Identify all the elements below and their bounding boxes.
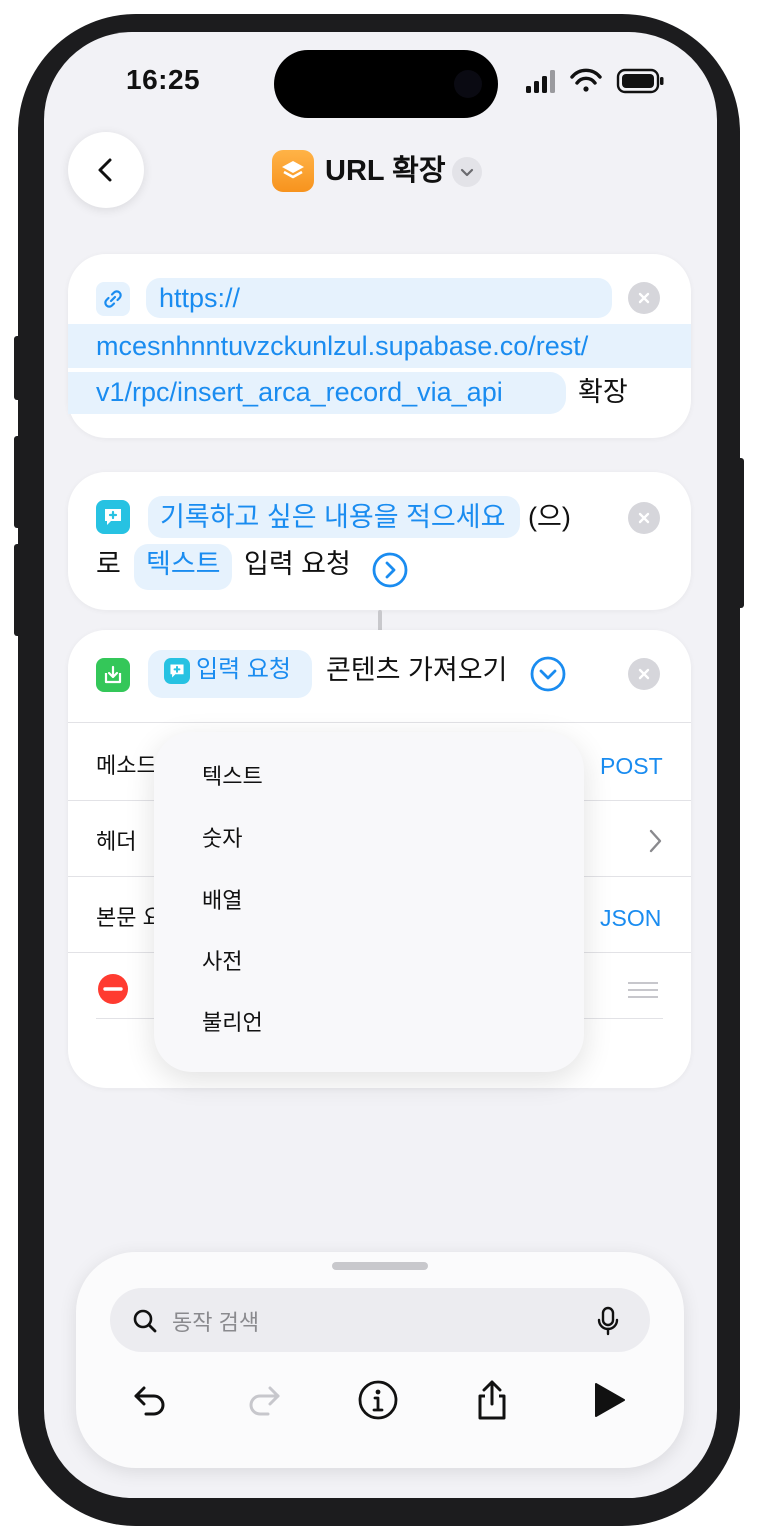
chevron-down-circle-icon[interactable] (530, 656, 566, 692)
menu-item-array[interactable]: 배열 (202, 886, 242, 916)
panel-grabber[interactable] (332, 1262, 428, 1270)
ask-action-label: 입력 요청 (244, 549, 351, 579)
divider (68, 722, 691, 723)
chevron-right-circle-icon[interactable] (372, 552, 408, 588)
info-icon (358, 1380, 398, 1420)
wifi-icon (570, 68, 602, 92)
menu-item-number[interactable]: 숫자 (202, 824, 242, 854)
undo-icon (134, 1386, 165, 1416)
body-value[interactable]: JSON (600, 900, 661, 936)
prompt-token[interactable]: 기록하고 싶은 내용을 적으세요 (160, 499, 505, 535)
input-type-menu: 텍스트 숫자 배열 사전 불리언 (154, 732, 584, 1072)
layers-icon (282, 161, 304, 179)
remove-url-action-button[interactable] (628, 282, 660, 314)
url-line-1[interactable]: https:// (159, 280, 240, 316)
remove-get-contents-button[interactable] (628, 658, 660, 690)
redo-icon (249, 1386, 280, 1416)
close-icon (638, 292, 650, 304)
close-icon (638, 668, 650, 680)
back-button[interactable] (68, 132, 144, 208)
redo-button[interactable] (238, 1374, 290, 1426)
camera-icon (454, 70, 482, 98)
headers-label: 헤더 (96, 829, 137, 854)
get-contents-label: 콘텐츠 가져오기 (326, 655, 508, 685)
shortcut-app-icon (272, 150, 314, 192)
share-button[interactable] (466, 1374, 518, 1426)
chevron-left-icon (98, 158, 112, 182)
url-action-suffix: 확장 (578, 377, 628, 407)
input-variable-token[interactable]: 입력 요청 (196, 652, 291, 688)
undo-button[interactable] (124, 1374, 176, 1426)
volume-down-button (14, 544, 22, 636)
url-line-3[interactable]: v1/rpc/insert_arca_record_via_api (96, 374, 503, 410)
screen: 16:25 URL 확장 https:// mcesnhnntuvzckunlz… (44, 32, 717, 1498)
method-value[interactable]: POST (600, 748, 663, 784)
battery-icon (616, 68, 664, 94)
link-icon (96, 282, 130, 316)
method-label: 메소드 (96, 753, 157, 778)
reorder-handle-icon[interactable] (626, 980, 660, 1000)
run-button[interactable] (582, 1374, 634, 1426)
cellular-signal-icon (526, 70, 555, 93)
ro-text: 로 (96, 549, 121, 579)
ask-input-action-card[interactable]: 기록하고 싶은 내용을 적으세요 (으) 로 텍스트 입력 요청 (68, 472, 691, 610)
menu-item-text[interactable]: 텍스트 (202, 762, 263, 792)
status-time: 16:25 (126, 64, 201, 95)
action-button (14, 336, 22, 400)
info-button[interactable] (352, 1374, 404, 1426)
url-action-card[interactable]: https:// mcesnhnntuvzckunlzul.supabase.c… (68, 254, 691, 438)
ask-input-icon (96, 500, 130, 534)
body-label: 본문 요 (96, 905, 163, 930)
ask-input-small-icon (164, 658, 190, 684)
microphone-icon[interactable] (596, 1306, 620, 1336)
action-search-panel: 동작 검색 (76, 1252, 684, 1468)
close-icon (638, 512, 650, 524)
search-icon (133, 1309, 157, 1333)
status-icons (526, 68, 664, 94)
search-placeholder: 동작 검색 (172, 1310, 260, 1335)
menu-item-boolean[interactable]: 불리언 (202, 1008, 263, 1038)
play-icon (595, 1383, 625, 1417)
power-button (736, 458, 744, 608)
particle-text: (으) (528, 502, 571, 532)
title-menu-button[interactable] (452, 157, 482, 187)
share-icon (478, 1380, 506, 1420)
chevron-right-icon[interactable] (646, 828, 664, 854)
action-connector (378, 610, 382, 632)
chevron-down-icon (460, 168, 474, 177)
input-type-token[interactable]: 텍스트 (146, 546, 221, 582)
volume-up-button (14, 436, 22, 528)
remove-field-icon[interactable] (96, 972, 130, 1006)
shortcut-title[interactable]: URL 확장 (325, 150, 446, 192)
remove-ask-action-button[interactable] (628, 502, 660, 534)
download-icon (96, 658, 130, 692)
menu-item-dictionary[interactable]: 사전 (202, 947, 242, 977)
action-search-input[interactable]: 동작 검색 (110, 1288, 650, 1352)
url-line-2[interactable]: mcesnhnntuvzckunlzul.supabase.co/rest/ (96, 328, 588, 364)
